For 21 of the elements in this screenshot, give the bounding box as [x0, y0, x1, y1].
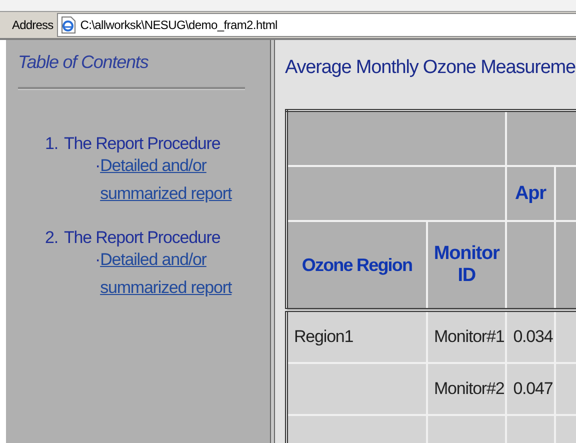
item-number: 1.: [44, 134, 58, 154]
bullet: ·: [95, 249, 100, 271]
column-header: Monitor ID: [427, 221, 506, 310]
page-icon: [60, 16, 76, 34]
column-header: Ozone Region: [286, 221, 427, 310]
report-link[interactable]: Detailed and/or summarized report: [100, 152, 240, 208]
table-cell: 0.034: [506, 310, 555, 363]
table-cell: Monitor#1: [427, 310, 506, 363]
item-title: The Report Procedure: [64, 134, 220, 154]
toc-title: Table of Contents: [18, 52, 150, 73]
report-title: Average Monthly Ozone Measureme: [285, 57, 576, 79]
table-cell: 0.047: [506, 363, 555, 415]
table-cell: Monitor#2: [427, 363, 506, 415]
address-field[interactable]: C:\allworksk\NESUG\demo_fram2.html: [57, 13, 576, 37]
address-label: Address: [12, 18, 54, 32]
item-number: 2.: [44, 228, 58, 248]
report-link[interactable]: Detailed and/or summarized report: [100, 246, 240, 302]
column-header: Apr: [506, 166, 555, 221]
table-cell: Region1: [286, 310, 427, 363]
bullet: ·: [95, 155, 100, 177]
item-title: The Report Procedure: [64, 228, 220, 248]
